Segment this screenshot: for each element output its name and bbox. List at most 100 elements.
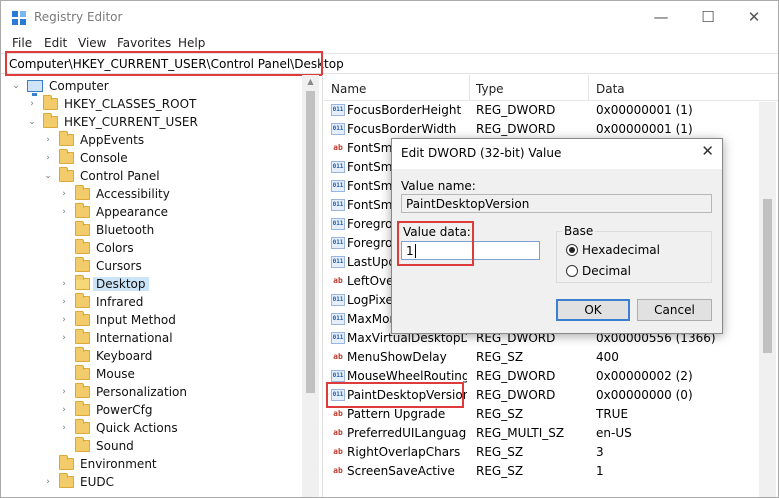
chevron-right-icon[interactable]: › [59, 207, 69, 217]
tree-item[interactable]: › Desktop [59, 275, 149, 293]
close-button[interactable]: ✕ [731, 1, 777, 33]
value-row[interactable]: ab Pattern Upgrade REG_SZ TRUE [324, 405, 764, 424]
tree-item[interactable]: › Personalization [59, 383, 187, 401]
chevron-right-icon[interactable]: › [59, 333, 69, 343]
binary-value-icon: 011 [331, 389, 345, 401]
value-row[interactable]: ab ScreenSaveActive REG_SZ 1 [324, 462, 764, 481]
value-data: 0x00000001 (1) [596, 122, 693, 136]
tree-item[interactable]: › EUDC [43, 473, 114, 491]
tree-item[interactable]: › International [59, 329, 173, 347]
value-row[interactable]: ab MenuShowDelay REG_SZ 400 [324, 348, 764, 367]
menu-file[interactable]: File [12, 36, 32, 50]
chevron-right-icon[interactable]: › [59, 279, 69, 289]
value-type: REG_SZ [476, 350, 524, 364]
tree-item[interactable]: › Infrared [59, 293, 143, 311]
tree-item[interactable]: Mouse [59, 365, 135, 383]
menu-favorites[interactable]: Favorites [117, 36, 171, 50]
chevron-right-icon[interactable]: › [43, 153, 53, 163]
value-row[interactable]: 011 PaintDesktopVersion REG_DWORD 0x0000000… [324, 386, 764, 405]
chevron-right-icon[interactable]: › [27, 99, 37, 109]
value-type: REG_DWORD [476, 388, 556, 402]
scroll-up-icon[interactable]: ▲ [302, 77, 319, 86]
tree-item[interactable]: › Accessibility [59, 185, 170, 203]
value-data: 3 [596, 445, 604, 459]
chevron-right-icon[interactable]: › [59, 387, 69, 397]
chevron-right-icon[interactable]: › [59, 315, 69, 325]
key-tree-pane: ⌄ Computer › HKEY_CLASSES_ROOT ⌄ HKEY_CURRENT… [1, 75, 323, 497]
tree-item-label: Quick Actions [96, 421, 178, 435]
value-row[interactable]: ab PreferredUILanguages REG_MULTI_SZ en-US [324, 424, 764, 443]
minimize-button[interactable]: — [638, 1, 684, 33]
value-data: en-US [596, 426, 632, 440]
tree-item-label: Computer [49, 79, 109, 93]
chevron-right-icon[interactable]: › [59, 297, 69, 307]
value-data: TRUE [596, 407, 629, 421]
tree-item[interactable]: Environment [43, 455, 157, 473]
column-data[interactable]: Data [596, 82, 625, 96]
maximize-button[interactable]: ☐ [685, 1, 731, 33]
chevron-right-icon[interactable]: › [59, 189, 69, 199]
chevron-down-icon[interactable]: ⌄ [43, 171, 53, 181]
string-value-icon: ab [331, 351, 345, 363]
value-type: REG_SZ [476, 464, 524, 478]
chevron-right-icon[interactable]: › [43, 135, 53, 145]
value-name: MouseWheelRouting [347, 369, 467, 383]
tree-item-label: Keyboard [96, 349, 153, 363]
tree-item[interactable]: ⌄ Computer [11, 77, 109, 96]
decimal-radio[interactable]: Decimal [566, 264, 631, 278]
radio-unselected-icon[interactable] [566, 265, 578, 277]
value-row[interactable]: 011 FocusBorderWidth REG_DWORD 0x00000001 (… [324, 120, 764, 139]
tree-item[interactable]: › HKEY_CLASSES_ROOT [27, 95, 196, 113]
string-value-icon: ab [331, 275, 345, 287]
list-scroll-thumb[interactable] [763, 199, 772, 353]
hexadecimal-radio[interactable]: Hexadecimal [566, 243, 660, 257]
tree-item[interactable]: Bluetooth [59, 221, 154, 239]
tree-scrollbar[interactable]: ▲ [302, 75, 319, 497]
value-row[interactable]: 011 MouseWheelRouting REG_DWORD 0x00000002 … [324, 367, 764, 386]
value-data-input[interactable]: 1 [401, 241, 540, 260]
tree-item[interactable]: Colors [59, 239, 134, 257]
column-type[interactable]: Type [476, 82, 504, 96]
tree-item[interactable]: › Console [43, 149, 128, 167]
folder-icon [75, 419, 90, 434]
cancel-button[interactable]: Cancel [637, 299, 712, 321]
tree-item[interactable]: Keyboard [59, 347, 152, 365]
dialog-close-icon[interactable]: ✕ [701, 142, 714, 160]
column-separator[interactable] [469, 75, 470, 101]
value-row[interactable]: 011 FocusBorderHeight REG_DWORD 0x00000001 … [324, 101, 764, 120]
column-name[interactable]: Name [331, 82, 366, 96]
tree-item[interactable]: › Quick Actions [59, 419, 178, 437]
tree-item[interactable]: ⌄ HKEY_CURRENT_USER [27, 113, 198, 131]
menu-help[interactable]: Help [178, 36, 205, 50]
binary-value-icon: 011 [331, 294, 345, 306]
value-row[interactable]: ab RightOverlapChars REG_SZ 3 [324, 443, 764, 462]
list-scrollbar[interactable] [759, 102, 776, 497]
menu-view[interactable]: View [78, 36, 106, 50]
address-bar[interactable]: Computer\HKEY_CURRENT_USER\Control Panel… [1, 53, 778, 74]
ok-button[interactable]: OK [556, 299, 630, 321]
folder-icon [75, 311, 90, 326]
tree-item[interactable]: ⌄ Control Panel [43, 167, 160, 185]
value-type: REG_DWORD [476, 122, 556, 136]
tree-item[interactable]: Cursors [59, 257, 142, 275]
chevron-down-icon[interactable]: ⌄ [27, 117, 37, 127]
chevron-right-icon[interactable]: › [59, 423, 69, 433]
tree-scroll-thumb[interactable] [306, 91, 315, 393]
chevron-right-icon[interactable]: › [59, 405, 69, 415]
tree-item[interactable]: › Input Method [59, 311, 176, 329]
chevron-down-icon[interactable]: ⌄ [11, 81, 21, 91]
chevron-right-icon[interactable]: › [43, 477, 53, 487]
close-icon: ✕ [747, 8, 761, 26]
registry-editor-icon [12, 11, 26, 25]
tree-item[interactable]: Sound [59, 437, 134, 455]
tree-item[interactable]: › AppEvents [43, 131, 144, 149]
tree-item[interactable]: › PowerCfg [59, 401, 153, 419]
tree-item[interactable]: › Appearance [59, 203, 168, 221]
column-separator[interactable] [588, 75, 589, 101]
tree-item-label: Personalization [96, 385, 187, 399]
string-value-icon: ab [331, 465, 345, 477]
radio-selected-icon[interactable] [566, 244, 578, 256]
menu-edit[interactable]: Edit [44, 36, 67, 50]
decimal-label: Decimal [582, 264, 631, 278]
